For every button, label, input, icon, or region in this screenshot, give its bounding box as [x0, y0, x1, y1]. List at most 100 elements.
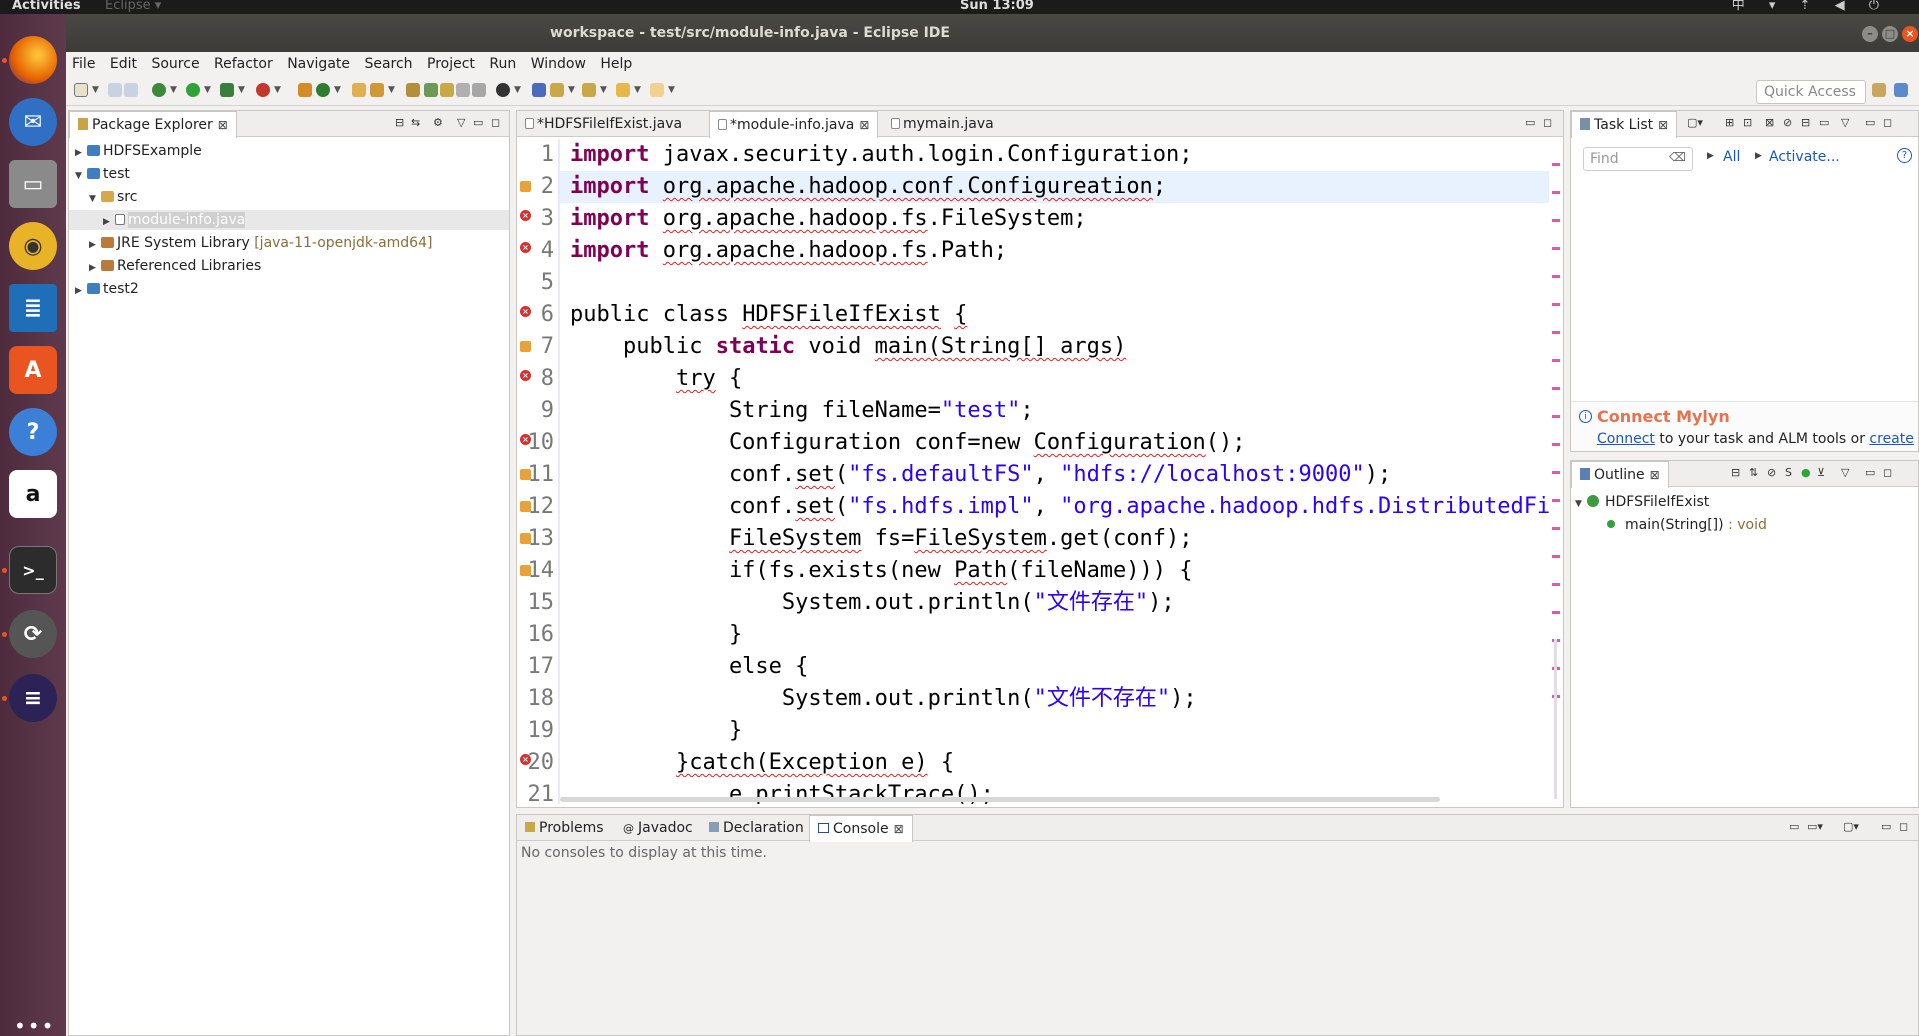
clock[interactable]: Sun 13:09 — [960, 0, 1034, 12]
chevron-down-icon[interactable]: ▼ — [668, 85, 675, 95]
run-icon[interactable] — [186, 83, 200, 97]
forward-icon[interactable] — [650, 83, 664, 97]
collapse-icon[interactable]: ▼ — [1575, 494, 1587, 514]
libreoffice-writer-icon[interactable]: ≣ — [9, 284, 57, 332]
software-updater-icon[interactable]: ⟳ — [9, 610, 57, 658]
warning-marker-icon[interactable] — [520, 501, 531, 512]
error-overview-mark[interactable] — [1552, 163, 1560, 166]
terminal-icon[interactable]: >_ — [9, 546, 57, 594]
code-line[interactable]: import org.apache.hadoop.fs.Path; — [570, 235, 1007, 267]
code-line[interactable]: public static void main(String[] args) — [570, 331, 1126, 363]
tab-task-list[interactable]: Task List ⊠ — [1571, 111, 1678, 138]
code-line[interactable]: conf.set("fs.defaultFS", "hdfs://localho… — [570, 459, 1391, 491]
menu-refactor[interactable]: Refactor — [208, 52, 277, 72]
close-window-button[interactable]: × — [1902, 26, 1918, 42]
tab-package-explorer[interactable]: Package Explorer ⊠ — [69, 111, 237, 138]
help-icon[interactable]: ? — [1897, 148, 1912, 163]
tab-declaration[interactable]: Declaration — [701, 815, 812, 841]
close-icon[interactable]: ⊠ — [218, 118, 228, 132]
software-center-icon[interactable]: A — [9, 346, 57, 394]
minimize-button[interactable]: – — [1862, 26, 1878, 42]
task-filter-all[interactable]: All — [1723, 149, 1740, 165]
open-perspective-icon[interactable] — [1872, 83, 1886, 97]
toggle-mark-occurrences-icon[interactable] — [424, 83, 438, 97]
error-overview-mark[interactable] — [1552, 583, 1560, 586]
expand-icon[interactable]: ▶ — [75, 281, 87, 301]
minimize-view-icon[interactable]: ▭ — [1525, 116, 1535, 129]
view-menu-icon[interactable]: ▽ — [1841, 466, 1849, 479]
code-editor[interactable]: import javax.security.auth.login.Configu… — [560, 139, 1562, 804]
close-icon[interactable]: ⊠ — [1658, 118, 1668, 132]
external-tools-run-icon[interactable] — [496, 83, 510, 97]
error-overview-mark[interactable] — [1552, 191, 1560, 194]
chevron-down-icon[interactable]: ▼ — [170, 85, 177, 95]
error-marker-icon[interactable]: × — [520, 434, 531, 445]
error-overview-mark[interactable] — [1552, 527, 1560, 530]
hide-completed-icon[interactable]: ⊠ — [1765, 116, 1774, 129]
minimize-view-icon[interactable]: ▭ — [1865, 466, 1875, 479]
chevron-down-icon[interactable]: ▼ — [238, 85, 245, 95]
thunderbird-icon[interactable]: ✉ — [9, 98, 57, 146]
chevron-down-icon[interactable]: ▼ — [274, 85, 281, 95]
minimize-view-icon[interactable]: ▭ — [1881, 820, 1891, 833]
show-applications-icon[interactable]: ••• — [14, 1014, 55, 1036]
horizontal-scrollbar[interactable] — [560, 797, 1440, 802]
outline-method-item[interactable]: main(String[]) : void — [1607, 515, 1767, 535]
hide-local-types-icon[interactable]: ⊻ — [1817, 466, 1825, 479]
link-with-editor-icon[interactable]: ⇆ — [411, 116, 420, 129]
hide-fields-icon[interactable]: ⊘ — [1767, 466, 1776, 479]
activities-button[interactable]: Activities — [12, 0, 81, 12]
tree-item-jre-system-library[interactable]: ▶ JRE System Library [java-11-openjdk-amd… — [89, 233, 432, 253]
code-line[interactable]: conf.set("fs.hdfs.impl", "org.apache.had… — [570, 491, 1562, 523]
code-line[interactable]: } — [570, 619, 742, 651]
error-overview-mark[interactable] — [1552, 303, 1560, 306]
sort-icon[interactable]: ⇅ — [1749, 466, 1758, 479]
code-line[interactable]: }catch(Exception e) { — [570, 747, 954, 779]
error-marker-icon[interactable]: × — [520, 754, 531, 765]
save-all-icon[interactable] — [124, 83, 138, 97]
search-icon[interactable] — [370, 83, 384, 97]
chevron-down-icon[interactable]: ▼ — [92, 85, 99, 95]
error-marker-icon[interactable]: × — [520, 242, 531, 253]
tree-item-test[interactable]: ▼ test — [75, 164, 130, 184]
maximize-view-icon[interactable]: ◻ — [1883, 116, 1892, 129]
menu-file[interactable]: File — [66, 52, 99, 72]
menu-navigate[interactable]: Navigate — [281, 52, 354, 72]
overview-ruler[interactable] — [1549, 139, 1562, 804]
collapse-all-icon[interactable]: ⊟ — [1731, 466, 1740, 479]
view-menu-chevron-icon[interactable]: ▽ — [457, 116, 465, 129]
new-icon[interactable] — [74, 83, 88, 97]
tab-module-info[interactable]: *module-info.java ⊠ — [709, 111, 879, 138]
toggle-breadcrumb-icon[interactable] — [440, 83, 454, 97]
chevron-down-icon[interactable]: ▼ — [568, 85, 575, 95]
error-marker-icon[interactable]: × — [520, 370, 531, 381]
system-tray[interactable]: 中 ▾ ⇡ ◀ ⏻ — [1732, 0, 1889, 12]
code-line[interactable]: import org.apache.hadoop.fs.FileSystem; — [570, 203, 1087, 235]
code-line[interactable]: System.out.println("文件不存在"); — [570, 683, 1197, 715]
connect-link[interactable]: Connect — [1597, 431, 1655, 447]
maximize-view-icon[interactable]: ◻ — [1883, 466, 1892, 479]
error-marker-icon[interactable]: × — [520, 210, 531, 221]
code-line[interactable]: FileSystem fs=FileSystem.get(conf); — [570, 523, 1193, 555]
close-icon[interactable]: ⊠ — [894, 822, 904, 836]
code-line[interactable]: Configuration conf=new Configuration(); — [570, 427, 1246, 459]
tab-outline[interactable]: Outline ⊠ — [1571, 461, 1669, 488]
previous-annotation-icon[interactable] — [550, 83, 564, 97]
tree-item-src[interactable]: ▼ src — [89, 187, 137, 207]
app-menu[interactable]: Eclipse ▾ — [105, 0, 161, 12]
tree-item-test2[interactable]: ▶ test2 — [75, 279, 139, 299]
maximize-view-icon[interactable]: ◻ — [1543, 116, 1552, 129]
tab-javadoc[interactable]: @ Javadoc — [615, 815, 701, 841]
code-line[interactable]: System.out.println("文件存在"); — [570, 587, 1175, 619]
focus-icon[interactable]: ⊘ — [1783, 116, 1792, 129]
view-menu-icon[interactable]: ▽ — [1841, 116, 1849, 129]
expand-icon[interactable]: ▶ — [89, 235, 101, 255]
vertical-scrollbar[interactable] — [1554, 639, 1557, 799]
expand-icon[interactable]: ▶ — [75, 143, 87, 163]
files-icon[interactable]: ▭ — [9, 160, 57, 208]
last-edit-icon[interactable] — [582, 83, 596, 97]
code-line[interactable]: } — [570, 715, 742, 747]
menu-edit[interactable]: Edit — [104, 52, 141, 72]
scheduled-icon[interactable]: ⊡ — [1743, 116, 1752, 129]
menu-source[interactable]: Source — [145, 52, 203, 72]
